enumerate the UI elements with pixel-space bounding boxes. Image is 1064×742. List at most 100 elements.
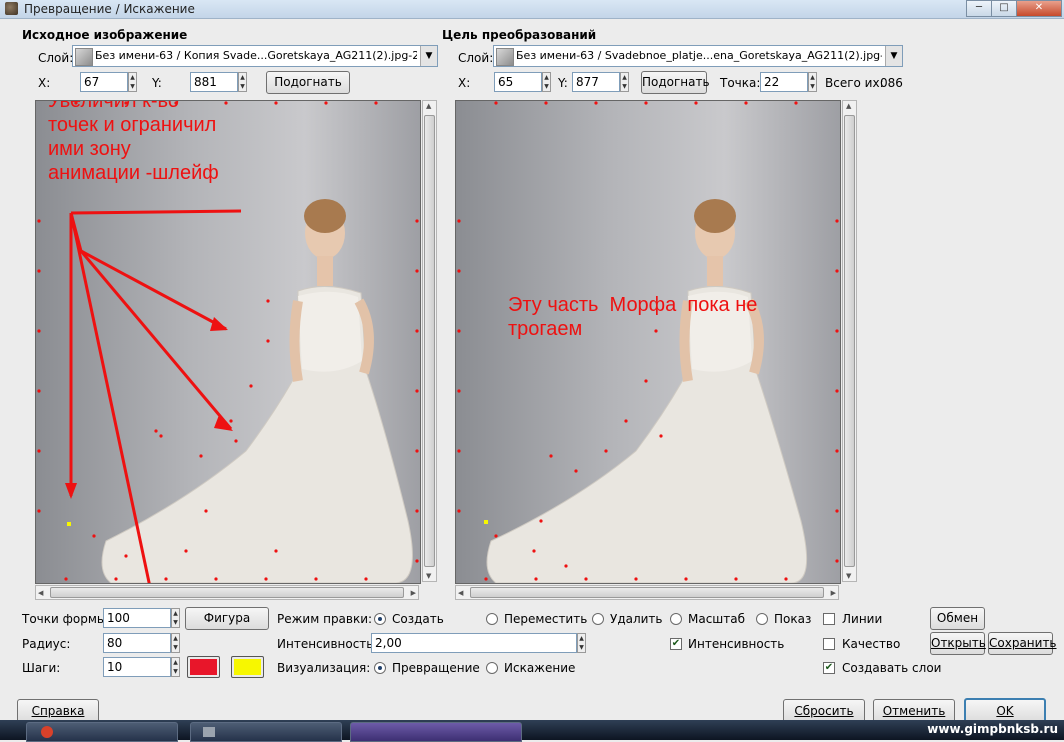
help-button-label: Справка	[31, 704, 85, 718]
vis-warp-label[interactable]: Искажение	[504, 661, 575, 675]
taskbar-item-active[interactable]	[350, 722, 522, 742]
minimize-button[interactable]: ─	[966, 0, 992, 17]
source-hscroll-thumb[interactable]	[50, 587, 404, 598]
source-y-input[interactable]: 881	[190, 72, 238, 92]
mode-scale-radio[interactable]	[670, 613, 682, 625]
steps-spinner[interactable]: ▲ ▼	[171, 657, 180, 677]
radius-spinner[interactable]: ▲ ▼	[171, 633, 180, 653]
target-horizontal-scrollbar[interactable]: ◀ ▶	[455, 585, 839, 600]
save-button-label: Сохранить	[989, 636, 1057, 650]
maximize-button[interactable]: □	[991, 0, 1017, 17]
open-button-label: Открыть	[931, 636, 986, 650]
gimp-app-icon	[5, 2, 18, 15]
scroll-right-icon[interactable]: ▶	[831, 589, 836, 597]
lines-label[interactable]: Линии	[842, 612, 882, 626]
source-layer-select[interactable]: Без имени-63 / Копия Svade...Goretskaya_…	[72, 45, 438, 67]
chevron-down-icon[interactable]: ▼	[420, 46, 437, 66]
target-y-input[interactable]: 877	[572, 72, 620, 92]
radius-input[interactable]: 80	[103, 633, 171, 653]
target-y-spinner[interactable]: ▲ ▼	[620, 72, 629, 92]
intensity-check-label[interactable]: Интенсивность	[688, 637, 784, 651]
mode-delete-radio[interactable]	[592, 613, 604, 625]
scroll-right-icon[interactable]: ▶	[411, 589, 416, 597]
target-heading: Цель преобразований	[442, 28, 597, 42]
close-button[interactable]: ✕	[1016, 0, 1062, 17]
target-x-input[interactable]: 65	[494, 72, 542, 92]
total-value: 086	[880, 76, 903, 90]
target-image-canvas[interactable]: Эту часть Морфа пока не трогаем	[455, 100, 841, 584]
create-layers-checkbox[interactable]: ✔	[823, 662, 835, 674]
mode-scale-label[interactable]: Масштаб	[688, 612, 745, 626]
quality-checkbox[interactable]	[823, 638, 835, 650]
taskbar-item[interactable]	[190, 722, 342, 742]
source-x-input[interactable]: 67	[80, 72, 128, 92]
save-button[interactable]: Сохранить	[988, 632, 1057, 655]
cancel-button-label: Отменить	[882, 704, 946, 718]
target-annotation: Эту часть Морфа пока не трогаем	[508, 294, 758, 340]
edit-mode-label: Режим правки:	[277, 612, 373, 626]
source-vscroll-thumb[interactable]	[424, 115, 435, 567]
source-horizontal-scrollbar[interactable]: ◀ ▶	[35, 585, 419, 600]
target-hscroll-thumb[interactable]	[470, 587, 824, 598]
target-layer-select[interactable]: Без имени-63 / Svadebnoe_platje...ena_Go…	[493, 45, 903, 67]
lines-checkbox[interactable]	[823, 613, 835, 625]
figure-button[interactable]: Фигура	[185, 607, 269, 630]
source-image-canvas[interactable]: Увеличил к-во точек и ограничил ими зону…	[35, 100, 421, 584]
source-vertical-scrollbar[interactable]: ▲ ▼	[422, 100, 437, 582]
title-bar[interactable]: Превращение / Искажение ─ □ ✕	[0, 0, 1064, 19]
source-fit-button[interactable]: Подогнать	[266, 71, 350, 94]
mode-show-label[interactable]: Показ	[774, 612, 811, 626]
mode-create-radio[interactable]	[374, 613, 386, 625]
scroll-up-icon[interactable]: ▲	[846, 102, 851, 110]
chevron-down-icon[interactable]: ▼	[885, 46, 902, 66]
source-x-spinner[interactable]: ▲ ▼	[128, 72, 137, 92]
mode-show-radio[interactable]	[756, 613, 768, 625]
point-input[interactable]: 22	[760, 72, 808, 92]
intensity-input[interactable]: 2,00	[371, 633, 577, 653]
reset-button-label: Сбросить	[794, 704, 854, 718]
target-x-label: X:	[458, 76, 471, 90]
yellow-color-swatch[interactable]	[231, 656, 264, 678]
shape-points-label: Точки формы:	[22, 612, 111, 626]
open-button[interactable]: Открыть	[930, 632, 986, 655]
intensity-label: Интенсивность:	[277, 637, 378, 651]
scroll-left-icon[interactable]: ◀	[38, 589, 43, 597]
create-layers-label[interactable]: Создавать слои	[842, 661, 941, 675]
scroll-down-icon[interactable]: ▼	[846, 572, 851, 580]
intensity-checkbox[interactable]: ✔	[670, 638, 682, 650]
selected-control-point	[67, 522, 71, 526]
window-icon	[203, 727, 215, 737]
target-vertical-scrollbar[interactable]: ▲ ▼	[842, 100, 857, 582]
window-title: Превращение / Искажение	[24, 2, 195, 16]
red-color-swatch[interactable]	[187, 656, 220, 678]
mode-move-radio[interactable]	[486, 613, 498, 625]
target-vscroll-thumb[interactable]	[844, 115, 855, 567]
source-y-spinner[interactable]: ▲ ▼	[238, 72, 247, 92]
mode-move-label[interactable]: Переместить	[504, 612, 587, 626]
target-fit-button[interactable]: Подогнать	[641, 71, 710, 94]
swap-button[interactable]: Обмен	[930, 607, 985, 630]
shape-points-input[interactable]: 100	[103, 608, 171, 628]
mode-delete-label[interactable]: Удалить	[610, 612, 663, 626]
vis-warp-radio[interactable]	[486, 662, 498, 674]
bodice-shape	[298, 291, 362, 372]
left-arm-shape	[289, 300, 303, 382]
scroll-up-icon[interactable]: ▲	[426, 102, 431, 110]
shape-points-spinner[interactable]: ▲ ▼	[171, 608, 180, 628]
vis-morph-label[interactable]: Превращение	[392, 661, 480, 675]
browser-icon	[41, 726, 53, 738]
scroll-down-icon[interactable]: ▼	[426, 572, 431, 580]
annotation-arrowheads	[65, 317, 233, 499]
hair-shape	[694, 199, 736, 233]
scroll-left-icon[interactable]: ◀	[458, 589, 463, 597]
taskbar-item[interactable]	[26, 722, 178, 742]
quality-label[interactable]: Качество	[842, 637, 900, 651]
mode-create-label[interactable]: Создать	[392, 612, 444, 626]
point-spinner[interactable]: ▲ ▼	[808, 72, 817, 92]
steps-input[interactable]: 10	[103, 657, 171, 677]
target-x-spinner[interactable]: ▲ ▼	[542, 72, 551, 92]
vis-morph-radio[interactable]	[374, 662, 386, 674]
layer-thumbnail-icon	[496, 48, 514, 66]
intensity-spinner[interactable]: ▲ ▼	[577, 633, 586, 653]
source-layer-value: Без имени-63 / Копия Svade...Goretskaya_…	[95, 49, 417, 62]
